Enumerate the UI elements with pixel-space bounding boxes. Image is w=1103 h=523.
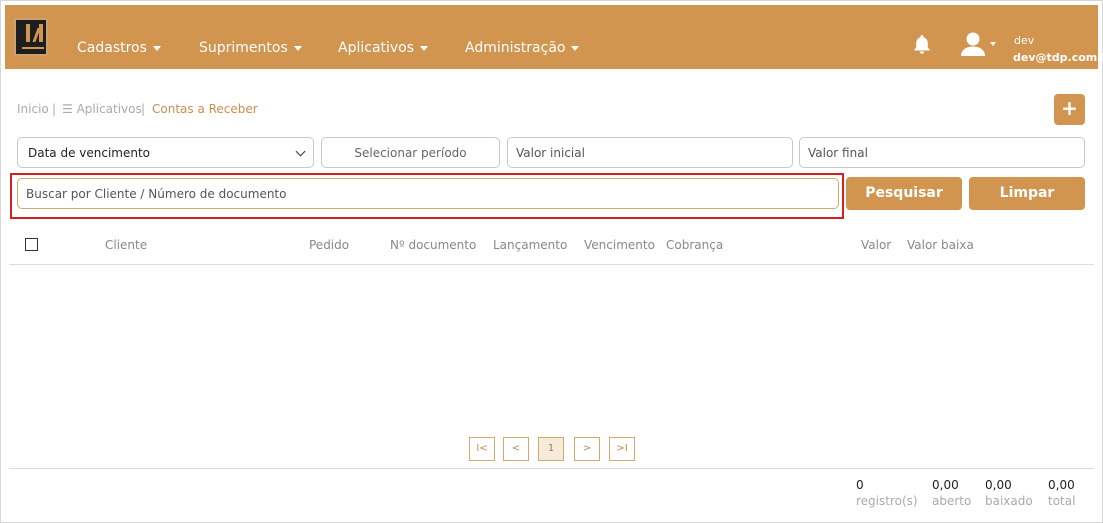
breadcrumb-apps[interactable]: ☰ Aplicativos — [62, 102, 142, 116]
first-page-button[interactable]: I< — [469, 437, 495, 461]
caret-down-icon[interactable] — [990, 42, 996, 46]
bell-icon[interactable] — [911, 33, 933, 55]
nav-label: Administração — [465, 40, 566, 56]
summary-baixado-label: baixado — [985, 494, 1033, 508]
footer-divider — [9, 468, 1094, 469]
summary-aberto-label: aberto — [932, 494, 972, 508]
breadcrumb-separator: | — [52, 102, 57, 116]
page-1-button[interactable]: 1 — [538, 437, 564, 461]
breadcrumb-home[interactable]: Inicio — [17, 102, 49, 116]
user-avatar-icon[interactable] — [960, 31, 986, 57]
breadcrumb-current: Contas a Receber — [152, 102, 258, 116]
clear-button[interactable]: Limpar — [969, 177, 1085, 210]
column-header[interactable]: Lançamento — [493, 238, 567, 252]
date-type-select[interactable]: Data de vencimento — [17, 137, 314, 168]
summary-baixado-value: 0,00 — [985, 478, 1012, 492]
caret-down-icon — [571, 45, 580, 51]
column-header[interactable]: Nº documento — [390, 238, 476, 252]
select-value: Data de vencimento — [28, 146, 151, 160]
breadcrumb-separator: | — [141, 102, 146, 116]
nav-aplicativos[interactable]: Aplicativos — [338, 40, 429, 56]
search-input[interactable]: Buscar por Cliente / Número de documento — [17, 178, 839, 209]
add-button[interactable]: + — [1054, 94, 1085, 125]
next-page-button[interactable]: > — [574, 437, 600, 461]
chevron-down-icon — [295, 146, 306, 157]
caret-down-icon — [293, 45, 302, 51]
summary-total-value: 0,00 — [1048, 478, 1075, 492]
user-name: dev — [1014, 34, 1035, 47]
last-page-button[interactable]: >I — [609, 437, 635, 461]
prev-page-button[interactable]: < — [503, 437, 529, 461]
column-header[interactable]: Cobrança — [666, 238, 723, 252]
nav-label: Cadastros — [77, 40, 147, 56]
valor-inicial-input[interactable]: Valor inicial — [507, 137, 793, 168]
logo[interactable] — [14, 18, 48, 56]
search-button[interactable]: Pesquisar — [846, 177, 962, 210]
nav-administracao[interactable]: Administração — [465, 40, 580, 56]
nav-label: Suprimentos — [199, 40, 288, 56]
column-header[interactable]: Cliente — [105, 238, 147, 252]
period-picker[interactable]: Selecionar período — [321, 137, 500, 168]
top-navbar: Cadastros Suprimentos Aplicativos Admini… — [5, 5, 1103, 69]
column-header[interactable]: Valor baixa — [907, 238, 974, 252]
select-all-checkbox[interactable] — [25, 238, 38, 251]
table-header-divider — [9, 264, 1094, 265]
caret-down-icon — [152, 45, 161, 51]
summary-total-label: total — [1048, 494, 1076, 508]
summary-aberto-value: 0,00 — [932, 478, 959, 492]
user-email: dev@tdp.com.br — [1013, 51, 1103, 64]
valor-final-input[interactable]: Valor final — [799, 137, 1085, 168]
column-header[interactable]: Vencimento — [584, 238, 655, 252]
summary-registros-label: registro(s) — [856, 494, 918, 508]
column-header[interactable]: Pedido — [309, 238, 349, 252]
column-header[interactable]: Valor — [861, 238, 891, 252]
summary-registros-value: 0 — [856, 478, 864, 492]
nav-label: Aplicativos — [338, 40, 415, 56]
nav-cadastros[interactable]: Cadastros — [77, 40, 161, 56]
nav-suprimentos[interactable]: Suprimentos — [199, 40, 302, 56]
caret-down-icon — [420, 45, 429, 51]
